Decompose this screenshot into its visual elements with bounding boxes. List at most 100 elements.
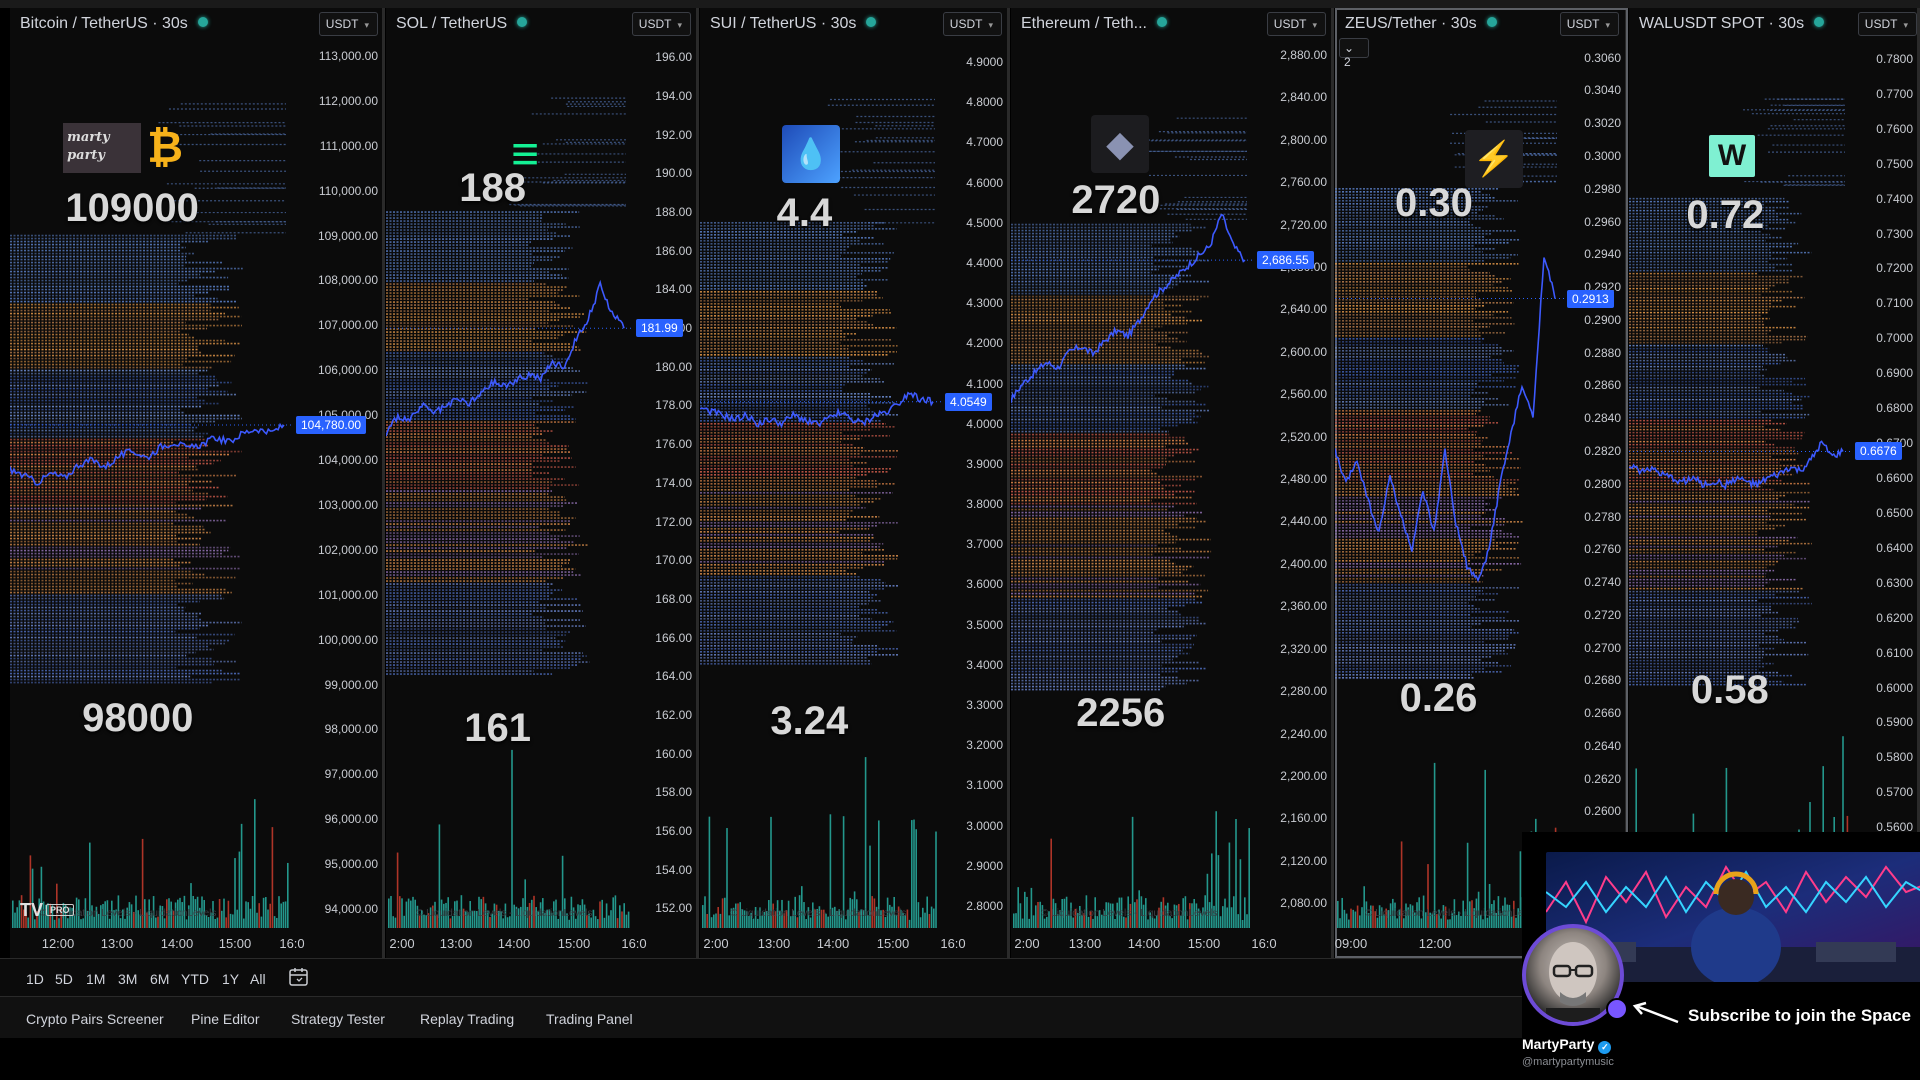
price-axis[interactable]: 113,000.00 112,000.00 111,000.00 110,000.00… bbox=[294, 8, 382, 916]
price-tick-label: 95,000.00 bbox=[324, 857, 378, 872]
range-1d-button[interactable]: 1D bbox=[26, 971, 44, 987]
tab-replay-trading[interactable]: Replay Trading bbox=[420, 1011, 514, 1027]
price-tick-label: 0.7200 bbox=[1876, 261, 1913, 276]
price-tick-label: 0.2800 bbox=[1584, 476, 1621, 491]
price-tick-label: 2,880.00 bbox=[1280, 47, 1327, 62]
time-axis[interactable]: 2:00 13:00 14:00 15:00 16:0 bbox=[1011, 932, 1276, 954]
time-tick-label: 13:00 bbox=[439, 936, 473, 951]
range-1y-button[interactable]: 1Y bbox=[222, 971, 239, 987]
price-axis[interactable]: 2,880.00 2,840.00 2,800.00 2,760.00 2,720.00… bbox=[1255, 8, 1331, 910]
price-tick-label: 4.9000 bbox=[966, 55, 1003, 70]
volume-bars bbox=[702, 757, 937, 928]
price-tick-label: 4.1000 bbox=[966, 376, 1003, 391]
price-tick-label: 97,000.00 bbox=[324, 767, 378, 782]
price-tick-label: 162.00 bbox=[655, 707, 692, 722]
big-level-top: 0.30 bbox=[1394, 181, 1473, 225]
price-tick-label: 0.2680 bbox=[1584, 673, 1621, 688]
price-tick-label: 2,280.00 bbox=[1280, 684, 1327, 699]
price-tick-label: 0.2620 bbox=[1584, 771, 1621, 786]
price-tick-label: 103,000.00 bbox=[317, 497, 378, 512]
tab-crypto-screener[interactable]: Crypto Pairs Screener bbox=[26, 1011, 164, 1027]
calendar-icon[interactable] bbox=[288, 967, 310, 987]
price-tick-label: 2,200.00 bbox=[1280, 768, 1327, 783]
price-tick-label: 101,000.00 bbox=[317, 587, 378, 602]
price-tick-label: 2,720.00 bbox=[1280, 217, 1327, 232]
price-tick-label: 4.4000 bbox=[966, 256, 1003, 271]
liquidation-heatmap bbox=[700, 98, 935, 665]
price-tick-label: 0.6100 bbox=[1876, 645, 1913, 660]
tab-pine-editor[interactable]: Pine Editor bbox=[191, 1011, 259, 1027]
price-tick-label: 4.5000 bbox=[966, 215, 1003, 230]
price-axis[interactable]: 4.9000 4.8000 4.7000 4.6000 4.5000 4.4000 4.30… bbox=[943, 8, 1007, 913]
watermark-text: © Liquidation Levels - LiquidationLevels bbox=[1041, 908, 1218, 919]
range-6m-button[interactable]: 6M bbox=[150, 971, 169, 987]
price-tick-label: 0.7400 bbox=[1876, 191, 1913, 206]
time-tick-label: 15:00 bbox=[218, 936, 252, 951]
big-level-top: 4.4 bbox=[776, 191, 833, 235]
last-price-tag: 0.6676 bbox=[1855, 442, 1902, 461]
price-tick-label: 0.7000 bbox=[1876, 331, 1913, 346]
chart-pane-4: ZEUS/Tether · 30s USDT ▾ ⌄ 2 © Liquidation L… bbox=[1335, 8, 1628, 958]
price-tick-label: 2,600.00 bbox=[1280, 344, 1327, 359]
price-tick-label: 168.00 bbox=[655, 591, 692, 606]
price-tick-label: 2,800.00 bbox=[1280, 132, 1327, 147]
time-axis[interactable]: 2:00 13:00 14:00 15:00 16:0 bbox=[386, 932, 646, 954]
price-tick-label: 2.9000 bbox=[966, 858, 1003, 873]
price-tick-label: 2,120.00 bbox=[1280, 853, 1327, 868]
logo-glyph: ⚡ bbox=[1472, 140, 1516, 178]
tab-trading-panel[interactable]: Trading Panel bbox=[546, 1011, 633, 1027]
price-tick-label: 0.6400 bbox=[1876, 540, 1913, 555]
range-1m-button[interactable]: 1M bbox=[86, 971, 105, 987]
liquidation-heatmap bbox=[1629, 98, 1845, 686]
range-5d-button[interactable]: 5D bbox=[55, 971, 73, 987]
chart-pane-5: WALUSDT SPOT · 30s USDT ▾ W 0.72 0.58 0.7800 0.… bbox=[1629, 8, 1920, 958]
price-tick-label: 180.00 bbox=[655, 359, 692, 374]
big-level-bottom: 2256 bbox=[1076, 691, 1166, 735]
price-line bbox=[700, 391, 934, 429]
price-tick-label: 0.5800 bbox=[1876, 750, 1913, 765]
price-axis[interactable]: 196.00 194.00 192.00 190.00 188.00 186.00 184.… bbox=[634, 8, 696, 915]
big-level-bottom: 0.26 bbox=[1399, 676, 1478, 720]
big-level-bottom: 3.24 bbox=[770, 699, 849, 743]
price-tick-label: 99,000.00 bbox=[324, 677, 378, 692]
price-tick-label: 2,520.00 bbox=[1280, 429, 1327, 444]
volume-bars bbox=[388, 749, 630, 928]
price-tick-label: 2,480.00 bbox=[1280, 472, 1327, 487]
price-tick-label: 2,240.00 bbox=[1280, 726, 1327, 741]
price-tick-label: 102,000.00 bbox=[317, 542, 378, 557]
price-tick-label: 196.00 bbox=[655, 50, 692, 65]
price-tick-label: 0.5900 bbox=[1876, 715, 1913, 730]
price-tick-label: 0.7300 bbox=[1876, 226, 1913, 241]
range-3m-button[interactable]: 3M bbox=[118, 971, 137, 987]
price-axis[interactable]: 0.3060 0.3040 0.3020 0.3000 0.2980 0.2960 0.29… bbox=[1565, 8, 1625, 917]
time-axis[interactable]: 12:00 13:00 14:00 15:00 16:0 bbox=[10, 932, 305, 954]
price-tick-label: 0.2960 bbox=[1584, 214, 1621, 229]
top-strip bbox=[0, 0, 1920, 8]
time-tick-label: 15:00 bbox=[1187, 936, 1221, 951]
price-tick-label: 0.2660 bbox=[1584, 706, 1621, 721]
price-tick-label: 194.00 bbox=[655, 89, 692, 104]
price-tick-label: 4.3000 bbox=[966, 296, 1003, 311]
price-tick-label: 0.6000 bbox=[1876, 680, 1913, 695]
watermark-text: © Liquidation Levels - LiquidationLevels bbox=[1365, 908, 1542, 919]
time-axis[interactable]: 2:00 13:00 14:00 15:00 16:0 bbox=[700, 932, 965, 954]
time-tick-label: 13:00 bbox=[757, 936, 791, 951]
time-tick-label: 13:00 bbox=[1068, 936, 1102, 951]
verified-icon: ✓ bbox=[1598, 1041, 1612, 1054]
price-tick-label: 0.7800 bbox=[1876, 51, 1913, 66]
price-tick-label: 3.3000 bbox=[966, 698, 1003, 713]
price-tick-label: 107,000.00 bbox=[317, 318, 378, 333]
price-tick-label: 110,000.00 bbox=[318, 183, 378, 198]
price-tick-label: 100,000.00 bbox=[317, 632, 378, 647]
big-level-bottom: 161 bbox=[464, 706, 531, 750]
time-tick-label: 16:0 bbox=[940, 936, 966, 951]
range-ytd-button[interactable]: YTD bbox=[181, 971, 209, 987]
range-all-button[interactable]: All bbox=[250, 971, 266, 987]
price-tick-label: 2,320.00 bbox=[1280, 641, 1327, 656]
price-plot[interactable] bbox=[1335, 8, 1565, 958]
price-axis[interactable]: 0.7800 0.7700 0.7600 0.7500 0.7400 0.7300 0.72… bbox=[1853, 8, 1917, 908]
bitcoin-icon: marty party ₿ bbox=[58, 120, 188, 176]
tab-strategy-tester[interactable]: Strategy Tester bbox=[291, 1011, 385, 1027]
price-tick-label: 0.2640 bbox=[1584, 738, 1621, 753]
big-level-top: 2720 bbox=[1071, 178, 1161, 222]
